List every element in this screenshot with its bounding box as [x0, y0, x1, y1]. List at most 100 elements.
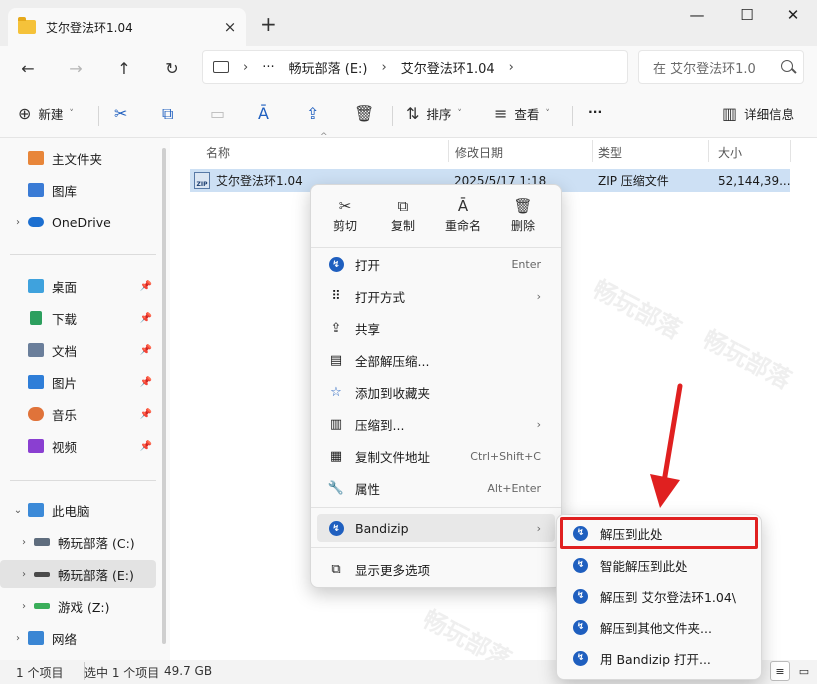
new-tab-button[interactable]: + — [260, 12, 277, 36]
menu-item-open[interactable]: ↯ 打开 Enter — [317, 250, 555, 278]
refresh-button[interactable]: ↻ — [158, 54, 186, 82]
column-divider[interactable] — [708, 140, 709, 162]
chevron-right-icon[interactable]: › — [14, 537, 34, 548]
rename-icon: Ā — [258, 104, 269, 123]
address-bar[interactable]: › ··· 畅玩部落 (E:) › 艾尔登法环1.04 › — [202, 50, 628, 84]
breadcrumb-folder[interactable]: 艾尔登法环1.04 — [401, 58, 495, 77]
plus-circle-icon: ⊕ — [18, 104, 32, 123]
quick-action-cut[interactable]: ✂ 剪切 — [319, 195, 371, 239]
new-button[interactable]: ⊕ 新建 ˅ — [18, 104, 74, 123]
pictures-icon — [28, 375, 44, 389]
sidebar-item-label: 视频 — [52, 439, 78, 455]
quick-action-rename[interactable]: Ā 重命名 — [437, 195, 489, 239]
sidebar-item-drive-e[interactable]: › 畅玩部落 (E:) — [0, 560, 156, 588]
submenu-item-smart-extract[interactable]: ↯ 智能解压到此处 — [563, 551, 755, 579]
pin-icon[interactable]: 📌 — [140, 313, 152, 324]
submenu-item-extract-other[interactable]: ↯ 解压到其他文件夹... — [563, 613, 755, 641]
menu-item-share[interactable]: ⇪ 共享 — [317, 314, 555, 342]
menu-item-add-favorite[interactable]: ☆ 添加到收藏夹 — [317, 378, 555, 406]
maximize-button[interactable]: ☐ — [732, 6, 762, 24]
trash-icon: 🗑 — [354, 104, 375, 123]
pin-icon[interactable]: 📌 — [140, 409, 152, 420]
sidebar-item-documents[interactable]: 文档 📌 — [0, 336, 156, 364]
chevron-down-icon[interactable]: ⌄ — [8, 505, 28, 516]
sidebar-item-onedrive[interactable]: › OneDrive — [0, 208, 156, 236]
sidebar-item-downloads[interactable]: 下载 📌 — [0, 304, 156, 332]
desktop-icon — [28, 279, 44, 293]
rename-button[interactable]: Ā — [258, 104, 276, 123]
sidebar-item-network[interactable]: › 网络 — [0, 624, 156, 652]
sidebar-item-gallery[interactable]: 图库 — [0, 176, 156, 204]
chevron-right-icon[interactable]: › — [8, 217, 28, 228]
pin-icon[interactable]: 📌 — [140, 345, 152, 356]
submenu-item-open-bandizip[interactable]: ↯ 用 Bandizip 打开... — [563, 644, 755, 672]
menu-item-compress-to[interactable]: ▥ 压缩到... › — [317, 410, 555, 438]
sidebar-item-music[interactable]: 音乐 📌 — [0, 400, 156, 428]
sidebar-item-this-pc[interactable]: ⌄ 此电脑 — [0, 496, 156, 524]
chevron-right-icon[interactable]: › — [14, 569, 34, 580]
forward-button[interactable]: → — [62, 54, 90, 82]
submenu-item-extract-to-folder[interactable]: ↯ 解压到 艾尔登法环1.04\ — [563, 582, 755, 610]
menu-item-more-options[interactable]: ⧉ 显示更多选项 — [317, 555, 555, 583]
pin-icon[interactable]: 📌 — [140, 281, 152, 292]
menu-item-open-with[interactable]: ⠿ 打开方式 › — [317, 282, 555, 310]
chevron-right-icon[interactable]: › — [8, 633, 28, 644]
back-button[interactable]: ← — [14, 54, 42, 82]
sidebar-item-desktop[interactable]: 桌面 📌 — [0, 272, 156, 300]
sidebar-scrollbar[interactable] — [162, 148, 166, 644]
quick-action-copy[interactable]: ⧉ 复制 — [377, 195, 429, 239]
menu-item-bandizip[interactable]: ↯ Bandizip › — [317, 514, 555, 542]
up-button[interactable]: ↑ — [110, 54, 138, 82]
sort-button[interactable]: ⇅ 排序 ˅ — [406, 104, 462, 123]
cut-button[interactable]: ✂ — [114, 104, 134, 123]
paste-button[interactable]: ▭ — [210, 104, 232, 123]
details-label: 详细信息 — [744, 107, 795, 122]
tab-active[interactable]: 艾尔登法环1.04 × — [8, 8, 246, 46]
more-button[interactable]: ··· — [588, 104, 602, 119]
pin-icon[interactable]: 📌 — [140, 377, 152, 388]
column-divider[interactable] — [790, 140, 791, 162]
column-header-type[interactable]: 类型 — [598, 138, 622, 166]
details-view-icon[interactable]: ≡ — [770, 661, 790, 681]
delete-button[interactable]: 🗑 — [354, 104, 381, 123]
bandizip-icon: ↯ — [573, 525, 588, 541]
column-divider[interactable] — [592, 140, 593, 162]
sidebar-item-home[interactable]: 主文件夹 — [0, 144, 156, 172]
file-size: 52,144,39... — [718, 173, 791, 188]
divider — [311, 547, 561, 548]
sidebar-item-pictures[interactable]: 图片 📌 — [0, 368, 156, 396]
search-icon[interactable] — [781, 60, 793, 72]
search-input[interactable]: 在 艾尔登法环1.0 — [638, 50, 804, 84]
chevron-right-icon[interactable]: › — [14, 601, 34, 612]
more-options-icon: ⧉ — [331, 561, 341, 577]
close-button[interactable]: ✕ — [778, 6, 808, 24]
menu-item-properties[interactable]: 🔧 属性 Alt+Enter — [317, 474, 555, 502]
divider — [311, 247, 561, 248]
menu-item-shortcut: Alt+Enter — [487, 481, 541, 495]
minimize-button[interactable]: — — [682, 6, 712, 24]
view-button[interactable]: ≡ 查看 ˅ — [494, 104, 550, 123]
details-pane-button[interactable]: ▥ 详细信息 — [722, 104, 794, 123]
submenu-item-extract-here[interactable]: ↯ 解压到此处 — [560, 517, 758, 549]
sidebar-item-label: 畅玩部落 (E:) — [58, 567, 134, 583]
quick-action-label: 重命名 — [444, 219, 481, 233]
menu-item-copy-path[interactable]: ▦ 复制文件地址 Ctrl+Shift+C — [317, 442, 555, 470]
column-divider[interactable] — [448, 140, 449, 162]
tiles-view-icon[interactable]: ▭ — [794, 661, 814, 681]
pin-icon[interactable]: 📌 — [140, 441, 152, 452]
copy-button[interactable]: ⧉ — [162, 104, 180, 124]
sidebar-item-videos[interactable]: 视频 📌 — [0, 432, 156, 460]
chevron-right-icon: › — [536, 521, 541, 535]
quick-action-delete[interactable]: 🗑 删除 — [497, 195, 549, 239]
tab-close-button[interactable]: × — [220, 18, 240, 36]
menu-item-extract-all[interactable]: ▤ 全部解压缩... — [317, 346, 555, 374]
breadcrumb-drive[interactable]: 畅玩部落 (E:) — [289, 58, 368, 77]
copy-path-icon: ▦ — [329, 448, 343, 464]
sidebar-item-drive-c[interactable]: › 畅玩部落 (C:) — [0, 528, 156, 556]
column-header-date[interactable]: 修改日期 — [455, 138, 503, 166]
sidebar-item-drive-z[interactable]: › 游戏 (Z:) — [0, 592, 156, 620]
column-header-size[interactable]: 大小 — [718, 138, 742, 166]
share-button[interactable]: ⇪ — [306, 104, 326, 123]
column-header-name[interactable]: 名称 — [206, 138, 230, 166]
breadcrumb-more[interactable]: ··· — [262, 60, 274, 75]
